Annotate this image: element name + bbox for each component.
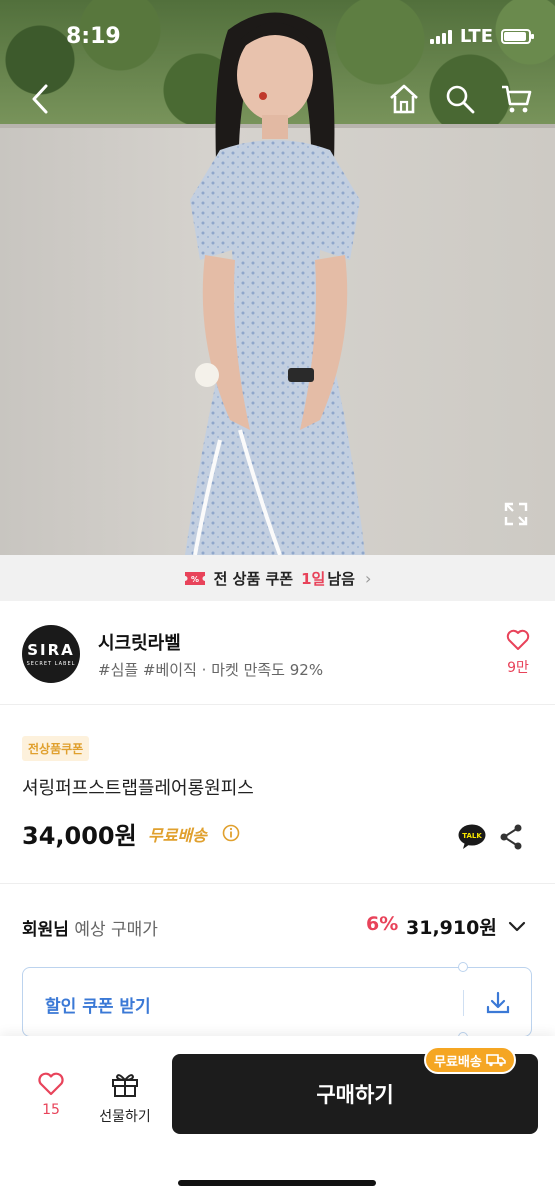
info-icon[interactable] <box>222 824 240 842</box>
home-indicator[interactable] <box>178 1180 376 1186</box>
seller-logo-subtext: SECRET LABEL <box>26 661 76 667</box>
coupon-divider <box>463 990 464 1016</box>
back-button[interactable] <box>26 82 56 116</box>
member-label-rest: 예상 구매가 <box>68 920 158 940</box>
free-shipping-badge-label: 무료배송 <box>434 1054 482 1070</box>
product-title: 셔링퍼프스트랩플레어롱원피스 <box>22 778 254 799</box>
svg-text:TALK: TALK <box>462 832 482 840</box>
product-price: 34,000원 <box>22 822 137 850</box>
kakao-talk-icon[interactable]: TALK <box>458 824 486 850</box>
banner-days: 1일 <box>301 569 326 588</box>
seller-logo[interactable]: SIRA SECRET LABEL <box>22 625 80 683</box>
gift-label: 선물하기 <box>99 1109 151 1125</box>
member-price: 31,910원 <box>406 917 497 939</box>
get-coupon-label: 할인 쿠폰 받기 <box>45 997 151 1017</box>
network-label: LTE <box>459 26 493 47</box>
seller-name[interactable]: 시크릿라벨 <box>98 629 181 655</box>
battery-icon <box>501 29 534 44</box>
chevron-right-icon: › <box>364 568 372 588</box>
model-figure <box>185 12 365 555</box>
home-icon[interactable] <box>387 82 421 116</box>
coupon-notch-top <box>458 962 468 972</box>
banner-left: 남음 <box>327 569 355 588</box>
signal-icon <box>429 29 452 44</box>
seller-favorite-button[interactable]: 9만 <box>503 629 533 677</box>
status-indicators: LTE <box>429 26 534 47</box>
seller-favorite-count: 9만 <box>507 660 529 676</box>
get-coupon-button[interactable]: 할인 쿠폰 받기 <box>22 962 532 1042</box>
heart-outline-icon <box>506 629 530 650</box>
free-shipping-badge: 무료배송 <box>424 1046 516 1074</box>
member-price-label: 회원님 예상 구매가 <box>22 915 158 940</box>
gift-icon <box>112 1074 138 1097</box>
cart-icon[interactable] <box>499 82 533 116</box>
gift-button[interactable]: 선물하기 <box>92 1070 158 1126</box>
coupon-tag: 전상품쿠폰 <box>22 736 90 761</box>
bottom-action-bar: 15 선물하기 구매하기 무료배송 <box>0 1036 555 1200</box>
heart-outline-icon <box>38 1072 64 1096</box>
member-price-row[interactable]: 회원님 예상 구매가 6% 31,910원 <box>0 885 555 965</box>
banner-text: 전 상품 쿠폰 <box>213 569 294 588</box>
truck-icon <box>486 1054 506 1067</box>
seller-tags: #심플 #베이직 · 마켓 만족도 92% <box>98 661 324 679</box>
like-button[interactable]: 15 <box>36 1072 66 1118</box>
header-actions <box>387 82 533 116</box>
search-icon[interactable] <box>443 82 477 116</box>
chevron-down-icon[interactable] <box>506 915 528 937</box>
status-time: 8:19 <box>66 24 121 49</box>
seller-section[interactable]: SIRA SECRET LABEL 시크릿라벨 #심플 #베이직 · 마켓 만족… <box>0 601 555 705</box>
download-icon <box>486 991 510 1014</box>
like-count: 15 <box>42 1102 60 1118</box>
product-image[interactable]: 8:19 LTE <box>0 0 555 555</box>
svg-text:%: % <box>191 575 199 584</box>
member-label-bold: 회원님 <box>22 920 69 940</box>
product-info: 전상품쿠폰 셔링퍼프스트랩플레어롱원피스 34,000원 무료배송 TALK <box>0 706 555 884</box>
coupon-banner[interactable]: % 전 상품 쿠폰 1일 남음 › <box>0 555 555 601</box>
coupon-icon: % <box>184 571 205 585</box>
expand-icon[interactable] <box>503 501 529 527</box>
member-discount: 6% <box>366 913 399 935</box>
share-icon[interactable] <box>498 823 524 851</box>
seller-logo-text: SIRA <box>27 641 75 659</box>
free-shipping-label: 무료배송 <box>148 826 207 845</box>
